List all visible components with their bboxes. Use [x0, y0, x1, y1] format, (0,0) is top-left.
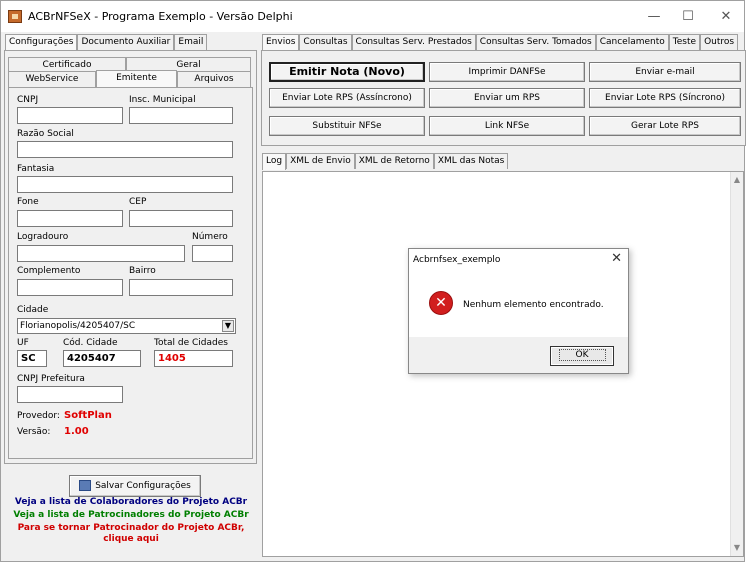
subtab-arquivos[interactable]: Arquivos [177, 71, 251, 87]
tab-xml-retorno[interactable]: XML de Retorno [354, 153, 434, 169]
razao-social-label: Razão Social [17, 129, 74, 139]
uf-label: UF [17, 338, 29, 348]
subtab-webservice[interactable]: WebService [8, 71, 96, 87]
tab-consultas-serv-tomados[interactable]: Consultas Serv. Tomados [475, 34, 596, 50]
chevron-down-icon[interactable]: ▼ [222, 320, 234, 332]
ok-button-label: OK [558, 349, 606, 361]
total-cidades-label: Total de Cidades [154, 338, 228, 348]
dialog-title: Acbrnfsex_exemplo [413, 255, 501, 265]
envios-panel: Emitir Nota (Novo) Imprimir DANFSe Envia… [261, 50, 746, 146]
config-panel: Certificado Geral WebService Emitente Ar… [4, 50, 257, 464]
log-scrollbar[interactable]: ▲ ▼ [730, 172, 743, 556]
logradouro-field[interactable] [17, 245, 185, 262]
cidade-select[interactable]: Florianopolis/4205407/SC ▼ [17, 318, 236, 334]
subtab-emitente[interactable]: Emitente [96, 70, 177, 87]
fone-field[interactable] [17, 210, 123, 227]
cod-cidade-label: Cód. Cidade [63, 338, 118, 348]
scroll-up-icon[interactable]: ▲ [731, 174, 743, 186]
link-nfse-button[interactable]: Link NFSe [429, 116, 585, 136]
close-button[interactable]: ✕ [711, 6, 741, 28]
cidade-select-value: Florianopolis/4205407/SC [20, 321, 136, 331]
cod-cidade-field[interactable]: 4205407 [63, 350, 141, 367]
tab-consultas-serv-prestados[interactable]: Consultas Serv. Prestados [351, 34, 476, 50]
left-tabbar: Configurações Documento Auxiliar Email [5, 34, 208, 51]
cnpj-prefeitura-label: CNPJ Prefeitura [17, 374, 85, 384]
provedor-value: SoftPlan [64, 410, 112, 421]
emitente-form: CNPJ Insc. Municipal Razão Social Fantas… [8, 87, 253, 459]
error-dialog: Acbrnfsex_exemplo ✕ ✕ Nenhum elemento en… [408, 248, 629, 374]
provedor-label: Provedor: [17, 411, 60, 421]
tab-xml-envio[interactable]: XML de Envio [286, 153, 355, 169]
dialog-button-bar: OK [409, 337, 628, 373]
tab-log[interactable]: Log [262, 153, 287, 170]
cep-label: CEP [129, 197, 147, 207]
tab-teste[interactable]: Teste [668, 34, 701, 50]
total-cidades-field[interactable]: 1405 [154, 350, 233, 367]
razao-social-field[interactable] [17, 141, 233, 158]
app-icon [8, 10, 22, 23]
tab-configuracoes[interactable]: Configurações [5, 34, 78, 51]
cep-field[interactable] [129, 210, 233, 227]
tab-xml-notas[interactable]: XML das Notas [433, 153, 509, 169]
cidade-label: Cidade [17, 305, 49, 315]
insc-municipal-field[interactable] [129, 107, 233, 124]
enviar-email-button[interactable]: Enviar e-mail [589, 62, 741, 82]
enviar-lote-sincrono-button[interactable]: Enviar Lote RPS (Síncrono) [589, 88, 741, 108]
dialog-message: Nenhum elemento encontrado. [463, 300, 604, 310]
substituir-nfse-button[interactable]: Substituir NFSe [269, 116, 425, 136]
salvar-configuracoes-button[interactable]: Salvar Configurações [69, 475, 201, 497]
minimize-button[interactable]: — [639, 6, 669, 28]
gerar-lote-rps-button[interactable]: Gerar Lote RPS [589, 116, 741, 136]
tab-consultas[interactable]: Consultas [299, 34, 352, 50]
enviar-lote-assincrono-button[interactable]: Enviar Lote RPS (Assíncrono) [269, 88, 425, 108]
bairro-field[interactable] [129, 279, 233, 296]
cnpj-prefeitura-field[interactable] [17, 386, 123, 403]
save-icon [79, 480, 92, 491]
right-tabbar: Envios Consultas Consultas Serv. Prestad… [262, 34, 739, 51]
numero-label: Número [192, 232, 228, 242]
emitir-nota-button[interactable]: Emitir Nota (Novo) [269, 62, 425, 82]
link-colaboradores[interactable]: Veja a lista de Colaboradores do Projeto… [7, 497, 255, 507]
complemento-field[interactable] [17, 279, 123, 296]
main-window: ACBrNFSeX - Programa Exemplo - Versão De… [0, 0, 746, 562]
fantasia-label: Fantasia [17, 164, 55, 174]
enviar-um-rps-button[interactable]: Enviar um RPS [429, 88, 585, 108]
title-bar[interactable]: ACBrNFSeX - Programa Exemplo - Versão De… [1, 1, 744, 32]
insc-municipal-label: Insc. Municipal [129, 95, 196, 105]
error-icon: ✕ [429, 291, 453, 315]
numero-field[interactable] [192, 245, 233, 262]
uf-field[interactable]: SC [17, 350, 47, 367]
tab-documento-auxiliar[interactable]: Documento Auxiliar [77, 34, 175, 50]
log-tabbar: Log XML de Envio XML de Retorno XML das … [262, 153, 509, 170]
fone-label: Fone [17, 197, 39, 207]
complemento-label: Complemento [17, 266, 81, 276]
window-title: ACBrNFSeX - Programa Exemplo - Versão De… [28, 10, 293, 23]
versao-label: Versão: [17, 427, 51, 437]
imprimir-danfse-button[interactable]: Imprimir DANFSe [429, 62, 585, 82]
close-icon[interactable]: ✕ [611, 251, 622, 266]
salvar-configuracoes-label: Salvar Configurações [95, 481, 191, 491]
tab-cancelamento[interactable]: Cancelamento [595, 34, 669, 50]
link-clique-aqui[interactable]: clique aqui [7, 534, 255, 544]
link-tornar-patrocinador[interactable]: Para se tornar Patrocinador do Projeto A… [7, 523, 255, 533]
tab-outros[interactable]: Outros [700, 34, 739, 50]
cnpj-field[interactable] [17, 107, 123, 124]
scroll-down-icon[interactable]: ▼ [731, 542, 743, 554]
tab-email[interactable]: Email [174, 34, 208, 50]
fantasia-field[interactable] [17, 176, 233, 193]
versao-value: 1.00 [64, 426, 89, 437]
bairro-label: Bairro [129, 266, 156, 276]
tab-envios[interactable]: Envios [262, 34, 300, 51]
cnpj-label: CNPJ [17, 95, 39, 105]
link-patrocinadores[interactable]: Veja a lista de Patrocinadores do Projet… [7, 510, 255, 520]
ok-button[interactable]: OK [550, 346, 614, 366]
logradouro-label: Logradouro [17, 232, 69, 242]
maximize-button[interactable]: ☐ [673, 6, 703, 28]
